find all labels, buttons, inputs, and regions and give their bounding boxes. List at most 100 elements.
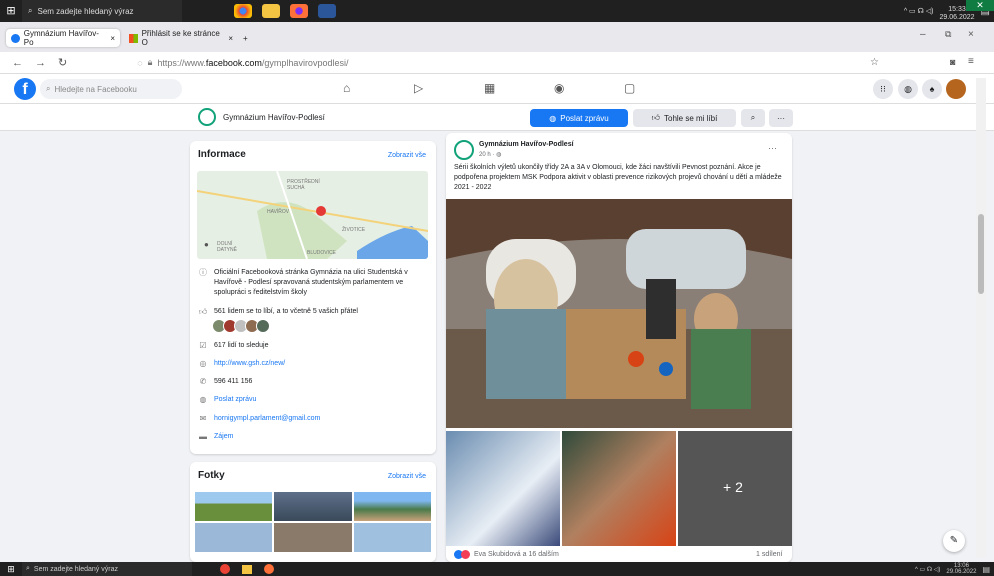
new-tab-button[interactable]: + bbox=[238, 29, 253, 47]
firefox-taskbar-icon[interactable] bbox=[290, 4, 308, 18]
tray-icons[interactable]: ^ ▭ ☊ ◁) bbox=[915, 566, 940, 573]
menu-icon[interactable]: ≡ bbox=[968, 56, 974, 67]
notification-icon[interactable]: ▤ bbox=[982, 565, 990, 574]
tray-icons[interactable]: ^ ▭ ☊ ◁) bbox=[904, 7, 934, 15]
tab-gymnazium[interactable]: Gymnázium Havířov-Po × bbox=[6, 29, 120, 47]
groups-icon[interactable]: ◉ bbox=[554, 81, 564, 95]
address-bar: ← → ↻ ◌ 🔒︎ https://www.facebook.com/gymp… bbox=[0, 52, 994, 74]
menu-grid-icon[interactable]: ⁝⁝ bbox=[873, 79, 893, 99]
location-map[interactable]: PROSTŘEDNÍ SUCHÁ HAVÍŘOV ŽIVOTICE DOLNÍ … bbox=[197, 171, 428, 259]
post-main-photo[interactable] bbox=[446, 199, 792, 428]
like-page-button[interactable]: 👍︎ Tohle se mi líbí bbox=[633, 109, 736, 127]
minimize-icon[interactable]: – bbox=[920, 29, 926, 40]
info-description-row: ⓘ Oficiální Facebooková stránka Gymnázia… bbox=[199, 268, 408, 296]
post-thumbnail-more[interactable]: + 2 bbox=[678, 431, 792, 546]
shield-icon: ◌ bbox=[137, 57, 143, 68]
messenger-icon: ◍ bbox=[549, 113, 557, 123]
windows-taskbar-top: ⊞ ⌕ Sem zadejte hledaný výraz ^ ▭ ☊ ◁) 1… bbox=[0, 0, 994, 22]
send-message-button[interactable]: ◍ Poslat zprávu bbox=[530, 109, 628, 127]
category-link[interactable]: Zájem bbox=[214, 432, 233, 442]
thumbs-up-icon: 👍︎ bbox=[198, 307, 208, 316]
friends-avatars[interactable] bbox=[212, 319, 270, 333]
pocket-icon[interactable]: ◙ bbox=[950, 57, 955, 67]
thumbs-up-icon: 👍︎ bbox=[651, 113, 660, 122]
scrollbar-thumb[interactable] bbox=[978, 214, 984, 294]
home-icon[interactable]: ⌂ bbox=[343, 81, 350, 95]
photo-thumbnail[interactable] bbox=[274, 492, 352, 521]
file-explorer-taskbar-icon[interactable] bbox=[242, 564, 252, 574]
tab-close-icon[interactable]: × bbox=[228, 34, 233, 43]
marketplace-icon[interactable]: ▦ bbox=[484, 81, 495, 95]
page-search-button[interactable]: ⌕ bbox=[741, 109, 765, 127]
firefox-taskbar-icon[interactable] bbox=[264, 564, 274, 574]
post-thumbnail[interactable] bbox=[562, 431, 676, 546]
website-link[interactable]: http://www.gsh.cz/new/ bbox=[214, 359, 285, 369]
info-website-row: ◎ http://www.gsh.cz/new/ bbox=[198, 359, 428, 369]
email-link[interactable]: hornigympl.parlament@gmail.com bbox=[214, 414, 320, 424]
facebook-logo-icon[interactable]: f bbox=[14, 78, 36, 100]
post-reactions[interactable]: Eva Skubidová a 16 dalším bbox=[454, 550, 559, 559]
new-message-icon[interactable]: ✎ bbox=[943, 530, 965, 552]
phone-icon: ✆ bbox=[199, 377, 207, 386]
post-text: Sérii školních výletů ukončily třídy 2A … bbox=[454, 164, 782, 191]
page-more-button[interactable]: ··· bbox=[769, 109, 793, 127]
tab-login[interactable]: Přihlásit se ke stránce O × bbox=[124, 29, 238, 47]
clock-date: 29.06.2022 bbox=[939, 14, 975, 21]
photos-title: Fotky bbox=[198, 470, 225, 481]
photo-thumbnail[interactable] bbox=[274, 523, 352, 552]
photos-see-all-link[interactable]: Zobrazit vše bbox=[388, 473, 426, 480]
photo-thumbnail[interactable] bbox=[195, 523, 273, 552]
map-label: HAVÍŘOV bbox=[267, 209, 290, 215]
post-thumbnail[interactable] bbox=[446, 431, 560, 546]
info-card: Informace Zobrazit vše PROSTŘEDNÍ SUCHÁ … bbox=[190, 141, 436, 454]
back-icon[interactable]: ← bbox=[12, 57, 23, 69]
watch-icon[interactable]: ▷ bbox=[414, 81, 423, 95]
forward-icon[interactable]: → bbox=[35, 57, 46, 69]
taskbar-search-box[interactable]: ⌕ Sem zadejte hledaný výraz bbox=[22, 0, 182, 22]
post-more-icon[interactable]: ··· bbox=[768, 143, 777, 153]
messenger-icon[interactable]: ◍ bbox=[898, 79, 918, 99]
reload-icon[interactable]: ↻ bbox=[58, 56, 67, 69]
notifications-bell-icon[interactable]: ♠ bbox=[922, 79, 942, 99]
tab-close-icon[interactable]: × bbox=[110, 34, 115, 43]
windows-start-icon[interactable]: ⊞ bbox=[0, 0, 22, 22]
chrome-taskbar-icon[interactable] bbox=[234, 4, 252, 18]
search-icon: ⌕ bbox=[26, 565, 30, 572]
checkbox-icon: ☑ bbox=[199, 341, 207, 350]
chrome-taskbar-icon[interactable] bbox=[220, 564, 230, 574]
post-author-avatar[interactable] bbox=[454, 140, 474, 160]
page-scrollbar[interactable] bbox=[976, 78, 986, 558]
page-logo-icon[interactable] bbox=[198, 108, 216, 126]
page-name[interactable]: Gymnázium Havířov-Podlesí bbox=[223, 113, 325, 122]
browser-tab-bar: Gymnázium Havířov-Po × Přihlásit se ke s… bbox=[0, 22, 994, 52]
url-field[interactable]: ◌ 🔒︎ https://www.facebook.com/gymplhavir… bbox=[137, 57, 348, 68]
avatar[interactable] bbox=[946, 79, 966, 99]
photo-thumbnail[interactable] bbox=[195, 492, 273, 521]
post-shares[interactable]: 1 sdílení bbox=[756, 551, 782, 558]
main-photo-graphic bbox=[446, 199, 792, 428]
bookmark-star-icon[interactable]: ☆ bbox=[870, 57, 879, 68]
message-link[interactable]: Poslat zprávu bbox=[214, 395, 256, 405]
photo-thumbnail[interactable] bbox=[353, 492, 431, 521]
windows-start-icon[interactable]: ⊞ bbox=[0, 564, 22, 575]
folder-icon: ▬ bbox=[199, 432, 207, 441]
gaming-icon[interactable]: ▢ bbox=[624, 81, 635, 95]
info-see-all-link[interactable]: Zobrazit vše bbox=[388, 152, 426, 159]
info-title: Informace bbox=[198, 149, 246, 160]
photo-thumbnail[interactable] bbox=[353, 523, 431, 552]
globe-icon: ◎ bbox=[199, 359, 207, 368]
taskbar-search-box[interactable]: ⌕ Sem zadejte hledaný výraz bbox=[22, 562, 192, 576]
more-photos-count: + 2 bbox=[723, 479, 743, 495]
post-time[interactable]: 20 h · ◍ bbox=[479, 151, 501, 158]
facebook-search-input[interactable]: ⌕ Hledejte na Facebooku bbox=[40, 79, 182, 99]
facebook-header: f ⌕ Hledejte na Facebooku ⌂ ▷ ▦ ◉ ▢ ⁝⁝ ◍… bbox=[0, 74, 994, 104]
info-circle-icon[interactable]: ● bbox=[204, 240, 209, 249]
word-taskbar-icon[interactable] bbox=[318, 4, 336, 18]
info-email-row: ✉ hornigympl.parlament@gmail.com bbox=[198, 414, 428, 424]
window-close-icon[interactable]: × bbox=[968, 29, 974, 40]
restore-icon[interactable]: ⧉ bbox=[945, 29, 951, 40]
file-explorer-taskbar-icon[interactable] bbox=[262, 4, 280, 18]
avatar bbox=[256, 319, 270, 333]
post-author[interactable]: Gymnázium Havířov-Podlesí bbox=[479, 141, 574, 148]
close-icon[interactable]: ✕ bbox=[966, 0, 994, 11]
